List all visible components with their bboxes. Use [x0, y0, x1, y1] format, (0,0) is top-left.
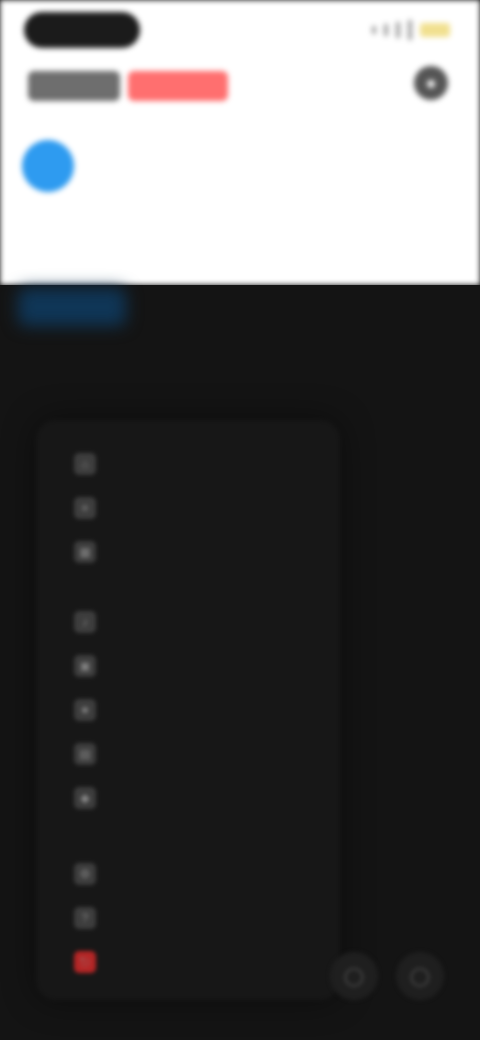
- status-indicators: [372, 18, 450, 42]
- menu-item[interactable]: ▣: [36, 646, 340, 686]
- star-icon: ★: [74, 699, 96, 721]
- brand-right: [128, 71, 228, 101]
- settings-icon: ⚙: [74, 863, 96, 885]
- brand-left: [28, 71, 120, 101]
- menu-item[interactable]: ▦: [36, 532, 340, 572]
- menu-item[interactable]: ⎋: [36, 942, 340, 982]
- app-screen: ● ⌂ ≡ ▦ ♪ ▣ ★ ▤ ◆ ⚙ ? ⎋ ◯ ◯: [0, 0, 480, 1040]
- home-icon: ⌂: [74, 453, 96, 475]
- action-button-1[interactable]: ◯: [330, 952, 378, 1000]
- signal-icon: [372, 26, 376, 34]
- tag-icon: ◆: [74, 787, 96, 809]
- avatar[interactable]: [22, 140, 74, 192]
- profile-icon[interactable]: ●: [414, 66, 448, 100]
- menu-panel: ⌂ ≡ ▦ ♪ ▣ ★ ▤ ◆ ⚙ ? ⎋: [36, 420, 340, 1000]
- menu-item[interactable]: ◆: [36, 778, 340, 818]
- header-area: ●: [0, 0, 480, 285]
- menu-item[interactable]: ★: [36, 690, 340, 730]
- menu-item[interactable]: ≡: [36, 488, 340, 528]
- menu-item[interactable]: ♪: [36, 602, 340, 642]
- menu-item[interactable]: ⚙: [36, 854, 340, 894]
- calendar-icon: ▤: [74, 743, 96, 765]
- active-tab-highlight[interactable]: [18, 288, 126, 326]
- status-time: [24, 12, 140, 48]
- menu-item[interactable]: ▤: [36, 734, 340, 774]
- battery-icon: [420, 23, 450, 37]
- grid-icon: ▦: [74, 541, 96, 563]
- brand-logo: [28, 66, 228, 106]
- signal-icon: [396, 22, 400, 38]
- action-button-2[interactable]: ◯: [396, 952, 444, 1000]
- folder-icon: ▣: [74, 655, 96, 677]
- logout-icon: ⎋: [74, 951, 96, 973]
- signal-icon: [384, 24, 388, 36]
- list-icon: ≡: [74, 497, 96, 519]
- signal-icon: [408, 20, 412, 40]
- menu-item[interactable]: ?: [36, 898, 340, 938]
- help-icon: ?: [74, 907, 96, 929]
- menu-item[interactable]: ⌂: [36, 444, 340, 484]
- bell-icon: ♪: [74, 611, 96, 633]
